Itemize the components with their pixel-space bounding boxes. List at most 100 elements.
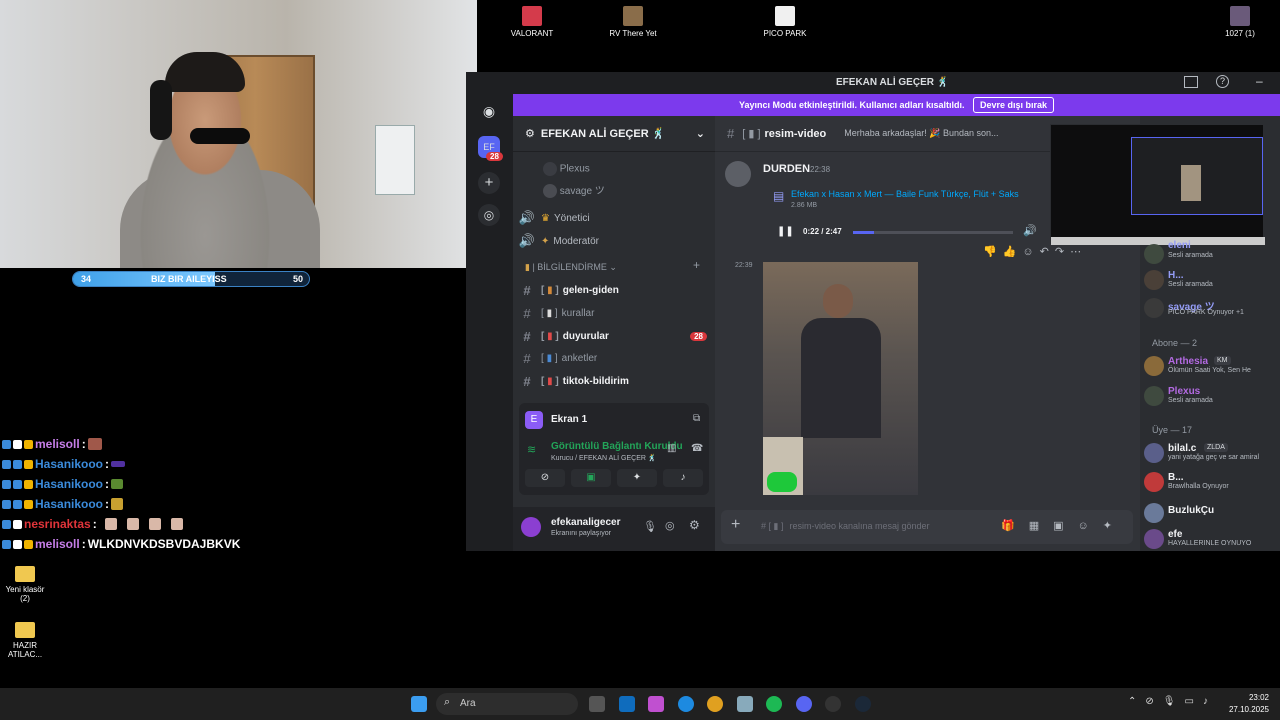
server-name: EFEKAN ALİ GEÇER 🕺: [540, 128, 666, 140]
voice-user[interactable]: Plexus: [543, 162, 590, 176]
desktop-icon-label: RV There Yet: [609, 29, 657, 38]
member-item[interactable]: Arthesia KM Ölümün Saati Yok, Sen He: [1144, 356, 1280, 380]
noise-icon[interactable]: ▥: [667, 443, 676, 454]
user-avatar[interactable]: [521, 517, 541, 537]
windows-start-icon[interactable]: [411, 696, 427, 712]
member-item[interactable]: eleni Sesli aramada: [1144, 240, 1280, 268]
add-channel-icon[interactable]: +: [693, 258, 700, 272]
category-bilgilendirme[interactable]: ▮ | BİLGİLENDİRME ⌄: [525, 262, 617, 273]
chrome-icon[interactable]: [707, 696, 723, 712]
desktop-icon-1027[interactable]: 1027 (1): [1205, 6, 1275, 38]
desktop-icon-label: VALORANT: [510, 29, 554, 38]
message-actions[interactable]: 👎👍☺↶↷⋯: [983, 245, 1087, 258]
channel-duyurular[interactable]: # [ ▮ ] duyurular 28: [513, 326, 715, 346]
file-icon: [775, 6, 795, 26]
obs-icon[interactable]: [825, 696, 841, 712]
steam-icon[interactable]: [855, 696, 871, 712]
member-item[interactable]: Plexus Sesli aramada: [1144, 386, 1280, 410]
hash-icon: #: [523, 373, 531, 389]
popout-icon[interactable]: ⧉: [693, 413, 700, 424]
desktop-icon-label: 1027 (1): [1225, 29, 1255, 38]
stream-preview[interactable]: [1050, 124, 1265, 245]
person-suit: [801, 318, 881, 438]
task-view-icon[interactable]: [589, 696, 605, 712]
clock[interactable]: 23:02 27.10.2025: [1225, 693, 1269, 714]
hash-icon: #: [523, 282, 531, 298]
attach-plus-icon[interactable]: +: [731, 516, 740, 534]
screen-share-icon[interactable]: ▣: [571, 469, 611, 487]
app-icon[interactable]: [737, 696, 753, 712]
soundboard-icon[interactable]: ♪: [663, 469, 703, 487]
message-composer: + # [ ▮ ] resim-video kanalına mesaj gönd…: [721, 510, 1133, 544]
member-item[interactable]: efe HAYALLERINLE OYNUYO: [1144, 529, 1280, 551]
mention-badge: 28: [690, 331, 707, 341]
channel-anketler[interactable]: # [ ▮ ] anketler: [513, 348, 715, 368]
voice-channel-moderator[interactable]: 🔊 ✦ Moderatör: [513, 231, 715, 251]
channel-topic[interactable]: Merhaba arkadaşlar! 🎉 Bundan son...: [844, 128, 998, 139]
volume-icon[interactable]: 🔊: [1023, 224, 1037, 237]
thumbs-up-icon: 👍: [1002, 246, 1023, 258]
minimize-icon[interactable]: –: [1256, 74, 1263, 88]
disable-streamer-mode-button[interactable]: Devre dışı bırak: [973, 97, 1055, 113]
video-attachment[interactable]: [763, 262, 918, 495]
member-item[interactable]: bilal.c ZLDA yani yatağa geç ve sar amir…: [1144, 443, 1280, 467]
desktop-icon-folder[interactable]: HAZIR ATILAC...: [0, 622, 60, 659]
channel-gelen-giden[interactable]: # [ ▮ ] gelen-giden: [513, 280, 715, 300]
taskbar: ⌕ Ara ⌃⊘🎙▭♪ 23:02 27.10.2025: [0, 688, 1280, 720]
webcam-feed: [0, 0, 477, 268]
channel-name: resim-video: [764, 127, 827, 140]
desktop-icon-valorant[interactable]: VALORANT: [497, 6, 567, 38]
explore-icon[interactable]: ◎: [478, 204, 500, 226]
connection-status[interactable]: Görüntülü Bağlantı Kuruldu: [551, 441, 683, 452]
rv-icon: [623, 6, 643, 26]
composer-tools[interactable]: 🎁▦▣☺✦: [1001, 519, 1126, 532]
server-badge: 28: [486, 152, 503, 161]
message-author[interactable]: DURDEN: [763, 163, 810, 175]
channel-tiktok-bildirim[interactable]: # [ ▮ ] tiktok-bildirim: [513, 371, 715, 391]
help-icon[interactable]: ?: [1216, 75, 1229, 88]
desktop-icon-folder[interactable]: Yeni klasör (2): [0, 566, 60, 603]
desktop-icon-rv[interactable]: RV There Yet: [598, 6, 668, 38]
file-link[interactable]: Efekan x Hasan x Mert — Baile Funk Türkç…: [791, 189, 1019, 199]
pause-icon[interactable]: ❚❚: [777, 226, 794, 237]
member-item[interactable]: B... Brawlhalla Oynuyor: [1144, 472, 1280, 496]
speaker-icon: 🔊: [518, 210, 536, 225]
inbox-icon[interactable]: [1184, 76, 1198, 88]
activities-icon[interactable]: ✦: [617, 469, 657, 487]
add-server-icon[interactable]: +: [478, 172, 500, 194]
camera-off-icon[interactable]: ⊘: [525, 469, 565, 487]
desktop-icon-picopark[interactable]: PICO PARK: [750, 6, 820, 38]
headphones-icon[interactable]: ◎: [665, 519, 675, 532]
audio-track[interactable]: [853, 231, 1013, 234]
discord-home-icon[interactable]: ◉: [478, 100, 500, 122]
spotify-icon[interactable]: [766, 696, 782, 712]
audio-player: ❚❚ 0:22 / 2:47 🔊: [767, 222, 1045, 242]
message-input[interactable]: # [ ▮ ] resim-video kanalına mesaj gönder: [761, 521, 930, 532]
settings-gear-icon[interactable]: ⚙: [689, 518, 700, 532]
emote-icon: [87, 438, 102, 450]
member-item[interactable]: H... Sesli aramada: [1144, 270, 1280, 294]
system-tray[interactable]: ⌃⊘🎙▭♪: [1128, 696, 1217, 707]
discord-icon[interactable]: [796, 696, 812, 712]
disconnect-icon[interactable]: ☎: [691, 443, 703, 454]
author-avatar[interactable]: [725, 161, 751, 187]
username: efekanaligecer: [551, 517, 621, 528]
edge-icon[interactable]: [678, 696, 694, 712]
gift-icon: 🎁: [1001, 520, 1029, 532]
chat-user: melisoll: [35, 537, 80, 551]
copilot-icon[interactable]: [648, 696, 664, 712]
search-box[interactable]: ⌕ Ara: [436, 693, 578, 715]
desktop-icon-label: HAZIR ATILAC...: [7, 641, 43, 659]
folder-icon: [15, 566, 35, 582]
member-item[interactable]: savage ツ PICO PARK Oynuyor +1: [1144, 298, 1280, 322]
channel-kurallar[interactable]: # [ ▮ ] kurallar: [513, 303, 715, 323]
member-item[interactable]: BuzlukÇu: [1144, 503, 1280, 527]
emoji-icon: ☺: [1077, 520, 1103, 532]
server-header[interactable]: ⚙ EFEKAN ALİ GEÇER 🕺 ⌄: [513, 116, 715, 152]
outlook-icon[interactable]: [619, 696, 635, 712]
clock-time: 23:02: [1248, 693, 1269, 702]
voice-user[interactable]: savage ツ: [543, 182, 605, 199]
chevron-up-icon: ⌃: [1128, 696, 1146, 707]
voice-channel-yonetici[interactable]: 🔊 ♛ Yönetici: [513, 208, 715, 228]
microphone-icon[interactable]: 🎙: [643, 520, 657, 533]
